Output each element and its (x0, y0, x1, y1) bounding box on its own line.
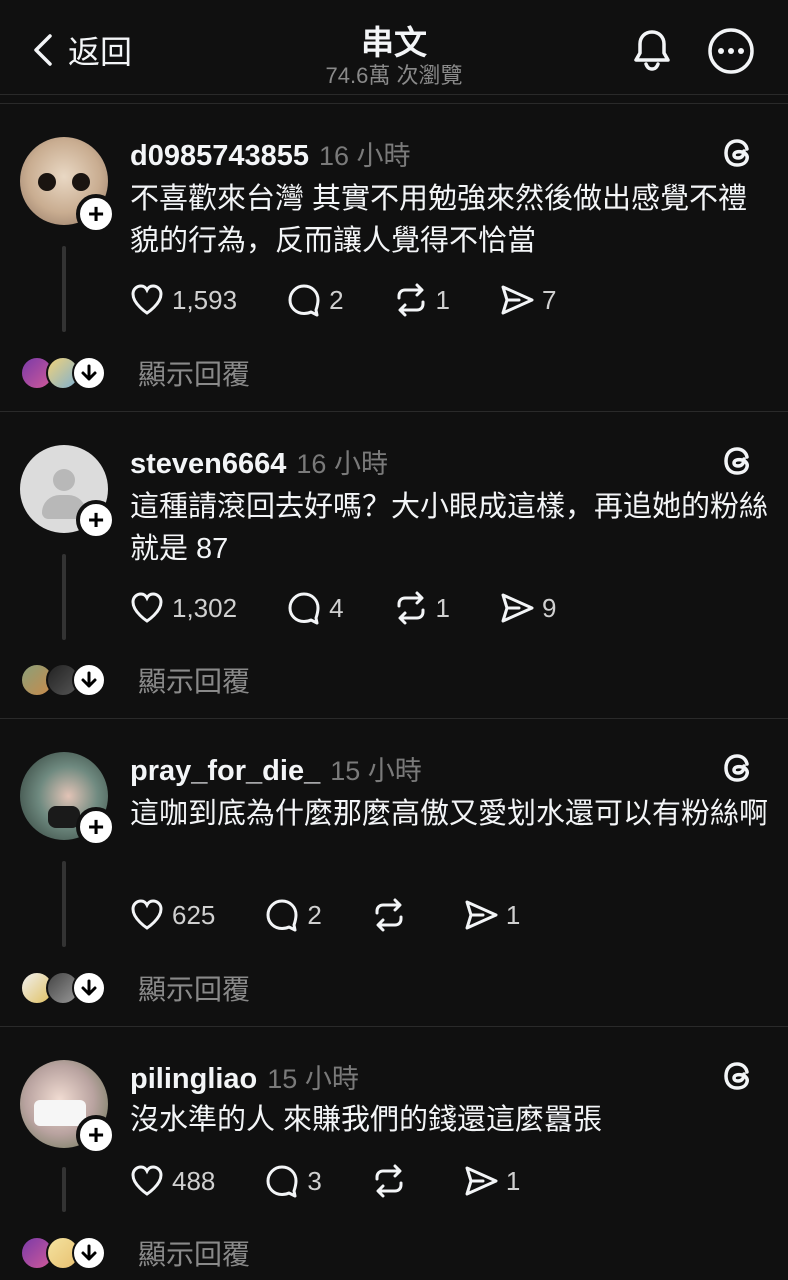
username[interactable]: steven6664 (130, 448, 286, 481)
send-icon (465, 900, 498, 930)
heart-icon (131, 592, 163, 623)
like-count: 1,302 (172, 592, 238, 623)
action-bar: 1,302 4 1 9 (128, 588, 604, 628)
show-replies-row[interactable]: 顯示回覆 (20, 969, 250, 1007)
comment-meta: d0985743855 16 小時 (130, 134, 411, 173)
comment-meta: pilingliao 15 小時 (130, 1057, 359, 1096)
share-button[interactable]: 1 (462, 1162, 520, 1200)
follow-plus-button[interactable]: + (76, 1115, 116, 1155)
heart-icon (131, 284, 163, 315)
comment-item: + steven6664 16 小時 這種請滾回去好嗎？大小眼成這樣，再追她的粉… (0, 412, 788, 719)
share-button[interactable]: 7 (498, 281, 556, 319)
share-count: 1 (505, 899, 521, 930)
comment-icon (266, 899, 298, 932)
thread-line (62, 1167, 66, 1212)
timestamp: 15 小時 (267, 1064, 359, 1094)
threads-logo-icon[interactable] (720, 1057, 758, 1095)
repost-count: 1 (435, 284, 451, 315)
comment-text: 這咖到底為什麼那麼高傲又愛划水還可以有粉絲啊 (130, 798, 769, 830)
arrow-down-icon (72, 356, 106, 390)
threads-logo-icon[interactable] (720, 749, 758, 787)
follow-plus-button[interactable]: + (76, 807, 116, 847)
show-replies-link[interactable]: 顯示回覆 (138, 353, 250, 393)
like-button[interactable]: 488 (128, 1162, 215, 1200)
thread-line (62, 554, 66, 640)
follow-plus-button[interactable]: + (76, 194, 116, 234)
repost-icon (397, 283, 425, 317)
arrow-down-icon (72, 663, 106, 697)
reply-button[interactable]: 2 (263, 896, 322, 934)
repost-count: 1 (435, 592, 451, 623)
repost-button[interactable] (370, 896, 414, 934)
username[interactable]: pilingliao (130, 1063, 257, 1096)
like-button[interactable]: 1,302 (128, 589, 237, 627)
like-count: 1,593 (172, 284, 238, 315)
reply-count: 3 (307, 1165, 322, 1196)
show-replies-link[interactable]: 顯示回覆 (138, 660, 250, 700)
action-bar: 488 3 1 (128, 1161, 568, 1201)
show-replies-link[interactable]: 顯示回覆 (138, 1233, 250, 1273)
timestamp: 16 小時 (296, 449, 388, 479)
repost-button[interactable]: 1 (392, 281, 450, 319)
send-icon (501, 285, 534, 315)
reply-button[interactable]: 2 (285, 281, 344, 319)
comment-text: 沒水準的人 來賺我們的錢還這麼囂張 (130, 1104, 603, 1136)
share-count: 7 (542, 284, 557, 315)
comment-item: + pilingliao 15 小時 沒水準的人 來賺我們的錢還這麼囂張 488… (0, 1027, 788, 1280)
heart-icon (131, 899, 163, 930)
threads-logo-icon[interactable] (720, 442, 758, 480)
share-count: 9 (542, 592, 557, 623)
send-icon (465, 1166, 498, 1196)
follow-plus-button[interactable]: + (76, 500, 116, 540)
show-replies-link[interactable]: 顯示回覆 (138, 968, 250, 1008)
thread-line (62, 861, 66, 947)
repost-icon (397, 591, 425, 625)
repost-icon (375, 1164, 403, 1198)
comment-meta: steven6664 16 小時 (130, 442, 388, 481)
share-button[interactable]: 9 (498, 589, 556, 627)
arrow-down-icon (72, 971, 106, 1005)
top-bar: 返回 串文 74.6萬 次瀏覽 (0, 0, 788, 95)
like-count: 625 (172, 899, 216, 930)
comment-item: + d0985743855 16 小時 不喜歡來台灣 其實不用勉強來然後做出感覺… (0, 104, 788, 412)
arrow-down-icon (72, 1236, 106, 1270)
share-button[interactable]: 1 (462, 896, 520, 934)
share-count: 1 (505, 1165, 521, 1196)
reply-button[interactable]: 3 (263, 1162, 322, 1200)
comment-icon (266, 1165, 298, 1198)
like-button[interactable]: 625 (128, 896, 215, 934)
timestamp: 16 小時 (319, 141, 411, 171)
more-options-icon[interactable] (706, 26, 756, 76)
username[interactable]: pray_for_die_ (130, 755, 320, 788)
heart-icon (131, 1165, 163, 1196)
like-button[interactable]: 1,593 (128, 281, 237, 319)
action-bar: 625 2 1 (128, 895, 568, 935)
show-replies-row[interactable]: 顯示回覆 (20, 661, 250, 699)
repost-button[interactable]: 1 (392, 589, 450, 627)
repost-button[interactable] (370, 1162, 414, 1200)
repost-icon (375, 898, 403, 932)
like-count: 488 (172, 1165, 216, 1196)
reply-count: 4 (329, 592, 344, 623)
timestamp: 15 小時 (330, 756, 422, 786)
comment-icon (288, 592, 320, 625)
comment-icon (288, 284, 320, 317)
reply-count: 2 (329, 284, 344, 315)
reply-count: 2 (307, 899, 322, 930)
reply-button[interactable]: 4 (285, 589, 344, 627)
bell-icon[interactable] (628, 26, 676, 74)
comment-text: 這種請滾回去好嗎？大小眼成這樣，再追她的粉絲就是 87 (130, 491, 769, 565)
send-icon (501, 593, 534, 623)
username[interactable]: d0985743855 (130, 140, 309, 173)
show-replies-row[interactable]: 顯示回覆 (20, 1234, 250, 1272)
comment-text: 不喜歡來台灣 其實不用勉強來然後做出感覺不禮貌的行為，反而讓人覺得不恰當 (130, 183, 748, 257)
threads-logo-icon[interactable] (720, 134, 758, 172)
comment-meta: pray_for_die_ 15 小時 (130, 749, 422, 788)
comment-item: + pray_for_die_ 15 小時 這咖到底為什麼那麼高傲又愛划水還可以… (0, 719, 788, 1027)
show-replies-row[interactable]: 顯示回覆 (20, 354, 250, 392)
action-bar: 1,593 2 1 7 (128, 280, 604, 320)
thread-line (62, 246, 66, 332)
